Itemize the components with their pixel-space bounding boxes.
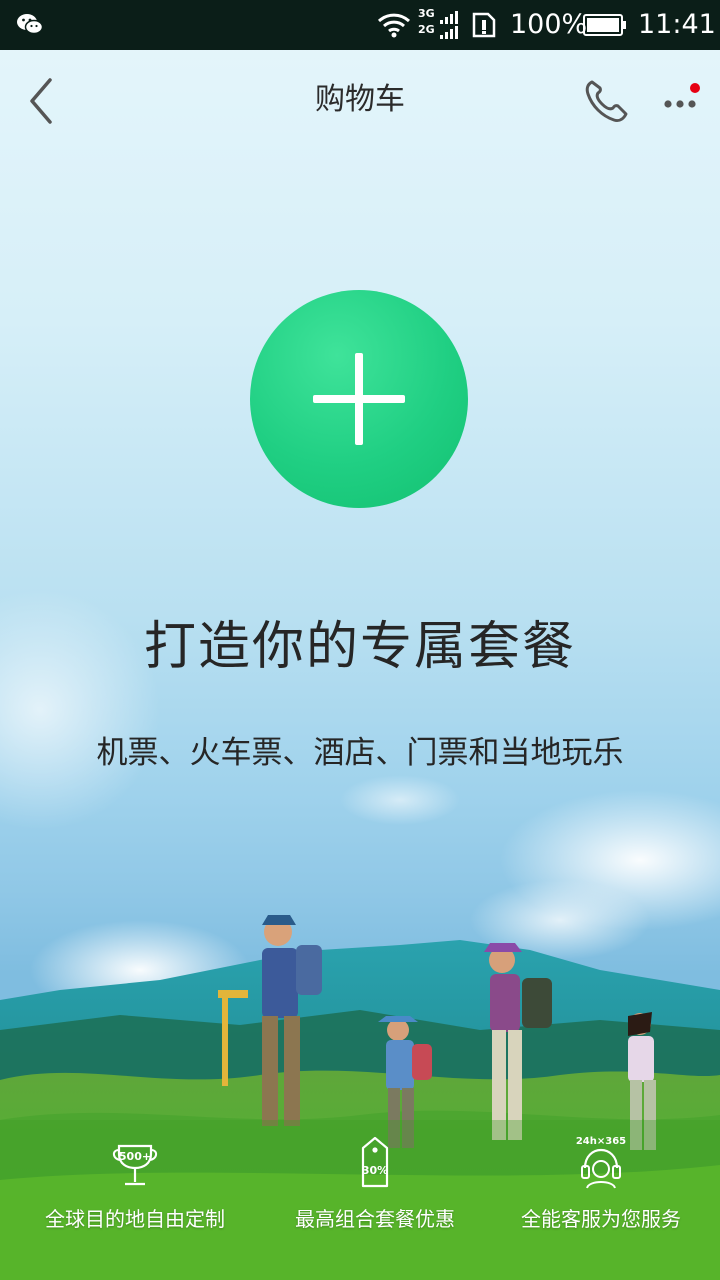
subheadline: 机票、火车票、酒店、门票和当地玩乐 bbox=[96, 735, 624, 771]
plus-icon bbox=[313, 353, 405, 445]
headline: 打造你的专属套餐 bbox=[143, 617, 576, 677]
feature-custom-destinations: 500+ 全球目的地自由定制 bbox=[15, 1136, 255, 1236]
phone-icon[interactable] bbox=[582, 76, 630, 124]
sim-alert-icon bbox=[472, 12, 496, 38]
feature-label: 最高组合套餐优惠 bbox=[295, 1207, 455, 1231]
trophy-badge-text: 500+ bbox=[119, 1150, 151, 1163]
feature-label: 全能客服为您服务 bbox=[521, 1207, 681, 1231]
feature-package-discount: 30% 最高组合套餐优惠 bbox=[255, 1136, 495, 1236]
feature-customer-service: 24h×365 全能客服为您服务 bbox=[481, 1136, 720, 1236]
discount-tag-icon: 30% bbox=[362, 1136, 388, 1188]
add-package-button[interactable] bbox=[250, 290, 468, 508]
wechat-icon bbox=[17, 14, 44, 35]
signal-label-3g: 3G bbox=[418, 7, 435, 20]
more-options-icon[interactable] bbox=[660, 78, 706, 122]
signal-label-2g: 2G bbox=[418, 23, 435, 36]
status-bar: 3G 2G 100% 11:41 bbox=[0, 0, 720, 50]
notification-dot bbox=[690, 83, 700, 93]
trophy-icon: 500+ bbox=[113, 1144, 157, 1186]
nav-bar: 购物车 bbox=[0, 50, 720, 150]
customer-service-icon: 24h×365 bbox=[576, 1136, 626, 1189]
clock: 11:41 bbox=[638, 9, 716, 40]
wifi-icon bbox=[377, 13, 411, 38]
cellular-signal-icon: 3G 2G bbox=[418, 8, 462, 42]
feature-label: 全球目的地自由定制 bbox=[45, 1207, 225, 1231]
discount-badge-text: 30% bbox=[362, 1164, 388, 1177]
battery-percentage: 100% bbox=[510, 9, 588, 40]
service-badge-text: 24h×365 bbox=[576, 1136, 626, 1147]
battery-icon bbox=[583, 14, 626, 36]
